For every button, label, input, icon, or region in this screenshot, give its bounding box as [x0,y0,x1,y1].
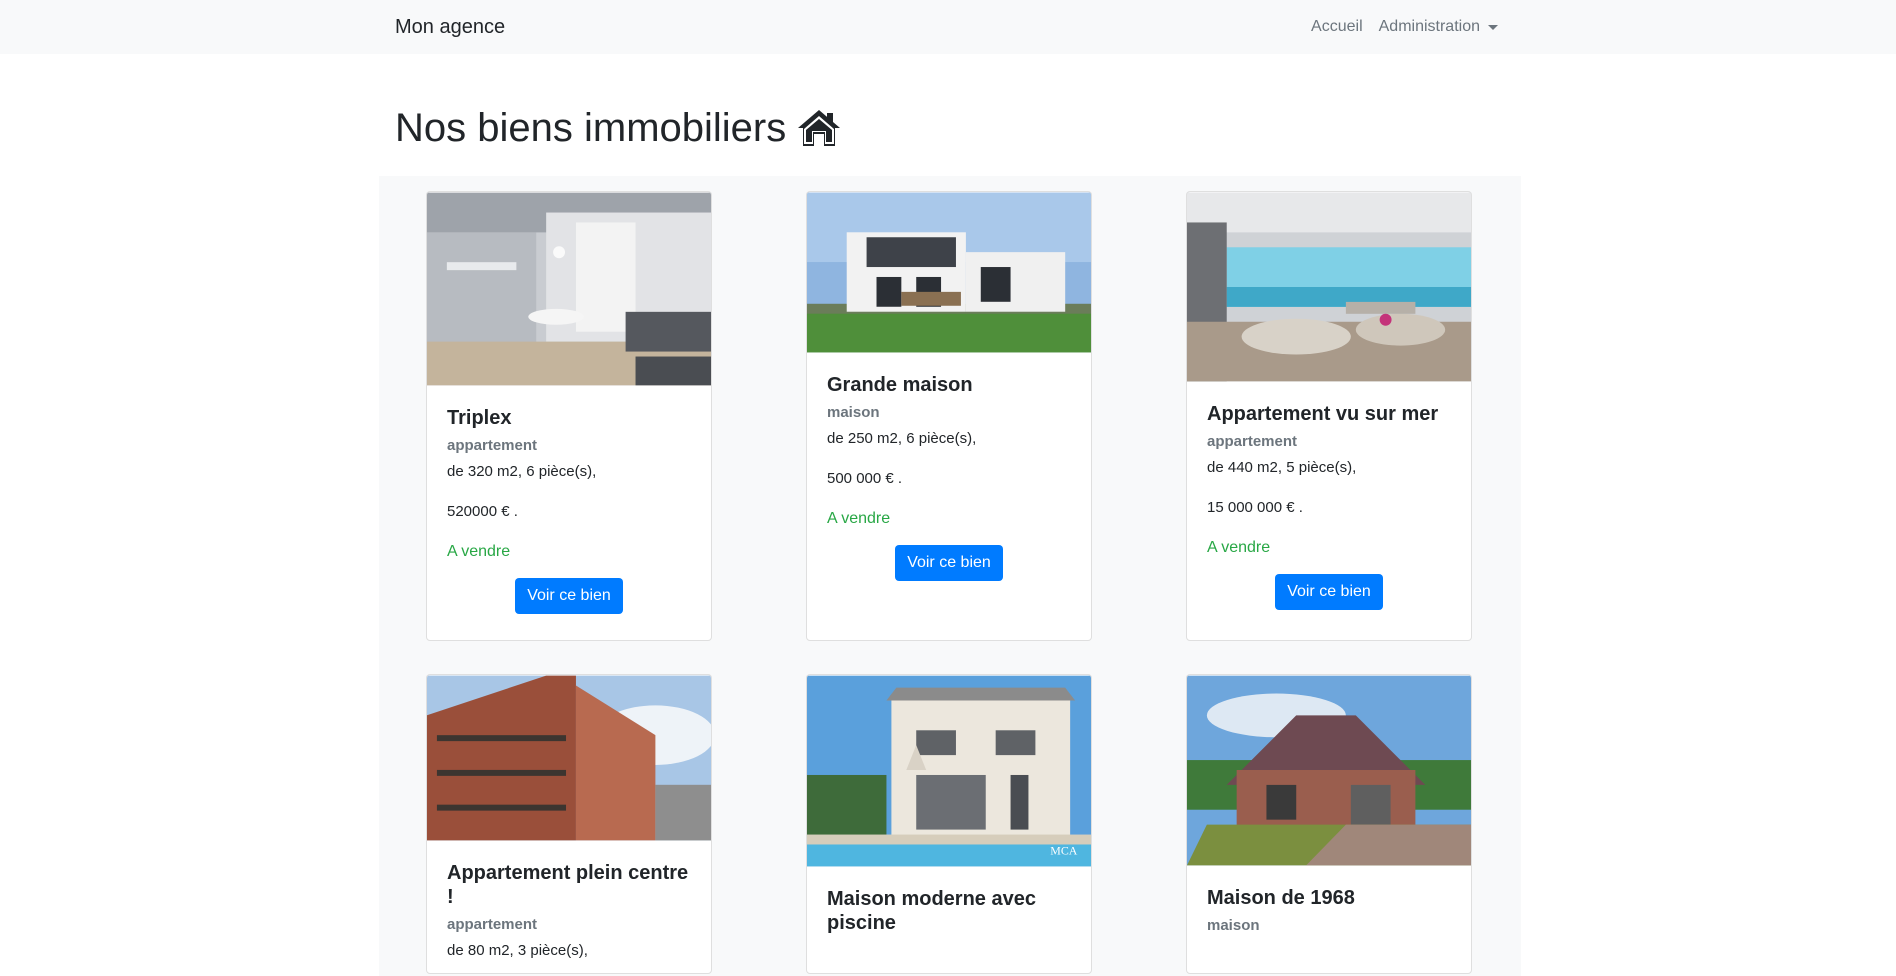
view-property-button[interactable]: Voir ce bien [1275,574,1383,610]
navbar: Mon agence Accueil Administration [0,0,1896,54]
nav-link-label: Administration [1378,18,1480,35]
property-price: 500 000 € . [827,470,903,487]
view-property-button[interactable]: Voir ce bien [515,578,623,614]
page-title-text: Nos biens immobiliers [395,106,787,150]
property-details: de 440 m2, 5 pièce(s), [1207,459,1357,476]
brand-link[interactable]: Mon agence [395,14,505,40]
view-property-button[interactable]: Voir ce bien [895,545,1003,581]
property-title: Maison de 1968 [1207,887,1355,909]
property-details: de 250 m2, 6 pièce(s), [827,430,977,447]
property-title: Appartement plein centre ! [447,862,689,908]
property-details: de 320 m2, 6 pièce(s), [447,463,597,480]
nav-link-accueil[interactable]: Accueil [1311,16,1363,38]
caret-down-icon [1488,24,1498,30]
property-card-plein-centre: Appartement plein centre ! appartement d… [426,674,712,974]
property-status: A vendre [827,510,891,527]
property-type: appartement [447,437,538,454]
property-title: Appartement vu sur mer [1207,403,1439,425]
property-price: 520000 € . [447,503,518,520]
property-card-appartement-mer: Appartement vu sur mer appartement de 44… [1186,191,1472,641]
property-status: A vendre [1207,539,1271,556]
property-image [427,192,711,386]
property-image [427,675,711,841]
property-type: maison [827,404,880,421]
property-card-maison-piscine: MCA Maison moderne avec piscine [806,674,1092,974]
property-card-grande-maison: Grande maison maison de 250 m2, 6 pièce(… [806,191,1092,641]
property-image [807,192,1091,353]
property-price: 15 000 000 € . [1207,499,1303,516]
nav-links: Accueil Administration [1311,16,1498,38]
property-image [1187,192,1471,382]
property-status: A vendre [447,543,511,560]
property-image: MCA [807,675,1091,867]
property-title: Maison moderne avec piscine [827,888,1036,934]
property-title: Grande maison [827,374,973,396]
property-type: appartement [1207,433,1298,450]
home-icon [798,110,841,146]
nav-link-label: Accueil [1311,18,1363,35]
nav-dropdown-administration[interactable]: Administration [1379,16,1498,38]
property-details: de 80 m2, 3 pièce(s), [447,942,588,959]
page-title: Nos biens immobiliers [395,100,842,156]
watermark-text: MCA [1050,843,1078,857]
property-title: Triplex [447,407,512,429]
property-card-maison-1968: Maison de 1968 maison [1186,674,1472,974]
property-card-triplex: Triplex appartement de 320 m2, 6 pièce(s… [426,191,712,641]
property-type: maison [1207,917,1260,934]
property-type: appartement [447,916,538,933]
property-image [1187,675,1471,866]
